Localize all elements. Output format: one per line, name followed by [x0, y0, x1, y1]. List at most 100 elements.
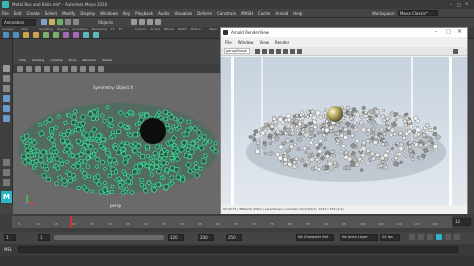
- anim-start-field[interactable]: 1: [4, 234, 16, 241]
- character-set-select[interactable]: No Character Set: [296, 234, 334, 241]
- go-end-icon[interactable]: [454, 234, 460, 240]
- lasso-tool-icon[interactable]: [3, 75, 10, 82]
- shelf-tool-icon[interactable]: [53, 32, 59, 38]
- anim-end2-field[interactable]: 250: [226, 234, 242, 241]
- workspace-select[interactable]: Maya Classic*: [398, 10, 438, 16]
- snap-plane-icon[interactable]: [155, 19, 161, 25]
- play-back-icon[interactable]: [427, 234, 433, 240]
- exposure-icon[interactable]: [297, 49, 302, 54]
- viewport-3d[interactable]: Symmetry: Object X persp: [13, 73, 221, 214]
- snap-grid-icon[interactable]: [131, 19, 137, 25]
- rotate-tool-icon[interactable]: [3, 105, 10, 112]
- layout-single-icon[interactable]: [3, 159, 10, 166]
- maximize-icon[interactable]: □: [457, 2, 463, 7]
- viewport-menu-shading[interactable]: Shading: [32, 58, 44, 62]
- fps-select[interactable]: 24 fps: [380, 234, 400, 241]
- render-play-icon[interactable]: [255, 49, 260, 54]
- render-menu-file[interactable]: File: [225, 40, 232, 45]
- go-start-icon[interactable]: [409, 234, 415, 240]
- menu-item-deform[interactable]: Deform: [197, 11, 212, 16]
- shadows-icon[interactable]: [80, 66, 86, 72]
- shelf-tool-icon[interactable]: [73, 32, 79, 38]
- settings-icon[interactable]: [453, 49, 458, 54]
- redo-icon[interactable]: [73, 19, 79, 25]
- maximize-icon[interactable]: □: [446, 29, 451, 35]
- viewport-menu-lighting[interactable]: Lighting: [50, 58, 62, 62]
- menu-item-select[interactable]: Select: [45, 11, 57, 16]
- channel-icon[interactable]: [290, 49, 295, 54]
- snap-point-icon[interactable]: [147, 19, 153, 25]
- wireframe-icon[interactable]: [44, 66, 50, 72]
- menu-item-constrain[interactable]: Constrain: [217, 11, 236, 16]
- minimize-icon[interactable]: –: [435, 29, 438, 35]
- render-menu-view[interactable]: View: [259, 40, 269, 45]
- snapshot-icon[interactable]: [283, 49, 288, 54]
- menu-item-edit[interactable]: Edit: [14, 11, 22, 16]
- render-menu-render[interactable]: Render: [275, 40, 289, 45]
- time-slider[interactable]: 5 10 15 20 25 30 35 40 45 50 55 60 65 70 75 80 85 90 95 100…: [0, 214, 474, 232]
- shelf-tool-icon[interactable]: [33, 32, 39, 38]
- menu-item-file[interactable]: File: [2, 11, 9, 16]
- menu-item-create[interactable]: Create: [26, 11, 39, 16]
- render-menu-window[interactable]: Window: [238, 40, 254, 45]
- menu-item-modify[interactable]: Modify: [62, 11, 75, 16]
- play-forward-icon[interactable]: [436, 234, 442, 240]
- new-scene-icon[interactable]: [41, 19, 47, 25]
- lights-icon[interactable]: [71, 66, 77, 72]
- layout-four-icon[interactable]: [3, 169, 10, 176]
- minimize-icon[interactable]: –: [450, 2, 456, 7]
- xray-icon[interactable]: [98, 66, 104, 72]
- menu-item-help[interactable]: Help: [293, 11, 302, 16]
- viewport-menu-panels[interactable]: Panels: [102, 58, 112, 62]
- step-forward-icon[interactable]: [445, 234, 451, 240]
- menu-item-cache[interactable]: Cache: [258, 11, 270, 16]
- range-bar[interactable]: [54, 235, 164, 240]
- menu-item-audio[interactable]: Audio: [158, 11, 169, 16]
- camera-attr-icon[interactable]: [26, 66, 32, 72]
- paint-select-icon[interactable]: [3, 85, 10, 92]
- command-input[interactable]: [18, 246, 458, 253]
- menu-item-playback[interactable]: Playback: [135, 11, 153, 16]
- shelf-tool-icon[interactable]: [23, 32, 29, 38]
- menu-item-visualize[interactable]: Visualize: [174, 11, 192, 16]
- menu-item-windows[interactable]: Windows: [100, 11, 118, 16]
- menu-item-display[interactable]: Display: [80, 11, 95, 16]
- current-time-marker[interactable]: [70, 216, 72, 228]
- render-stop-icon[interactable]: [262, 49, 267, 54]
- select-tool-icon[interactable]: [3, 65, 10, 72]
- snap-curve-icon[interactable]: [139, 19, 145, 25]
- isolate-icon[interactable]: [89, 66, 95, 72]
- anim-end-field[interactable]: 200: [198, 234, 214, 241]
- smooth-shade-icon[interactable]: [53, 66, 59, 72]
- shelf-tool-icon[interactable]: [3, 32, 9, 38]
- viewport-menu-show[interactable]: Show: [68, 58, 76, 62]
- textured-icon[interactable]: [62, 66, 68, 72]
- menu-item-mash[interactable]: MASH: [241, 11, 253, 16]
- camera-select[interactable]: perspShape: [224, 48, 250, 54]
- menu-item-key[interactable]: Key: [123, 11, 130, 16]
- viewport-menu-renderer[interactable]: Renderer: [83, 58, 97, 62]
- camera-icon[interactable]: [17, 66, 23, 72]
- step-back-icon[interactable]: [418, 234, 424, 240]
- layout-side-icon[interactable]: [3, 179, 10, 186]
- save-scene-icon[interactable]: [57, 19, 63, 25]
- viewport-menu-view[interactable]: View: [19, 58, 26, 62]
- menu-set-select[interactable]: Animation: [2, 19, 36, 26]
- shelf-tool-icon[interactable]: [83, 32, 89, 38]
- scale-tool-icon[interactable]: [3, 115, 10, 122]
- open-scene-icon[interactable]: [49, 19, 55, 25]
- grid-icon[interactable]: [35, 66, 41, 72]
- refresh-icon[interactable]: [269, 49, 274, 54]
- move-tool-icon[interactable]: [3, 95, 10, 102]
- close-icon[interactable]: ×: [465, 1, 472, 7]
- close-icon[interactable]: ×: [457, 28, 462, 35]
- shelf-tool-icon[interactable]: [63, 32, 69, 38]
- undo-icon[interactable]: [65, 19, 71, 25]
- shelf-tool-icon[interactable]: [43, 32, 49, 38]
- playback-end-field[interactable]: 120: [168, 234, 184, 241]
- anim-layer-select[interactable]: No Anim Layer: [340, 234, 378, 241]
- crop-icon[interactable]: [276, 49, 281, 54]
- shelf-tool-icon[interactable]: [13, 32, 19, 38]
- menu-item-arnold[interactable]: Arnold: [275, 11, 288, 16]
- shelf-tool-icon[interactable]: [93, 32, 99, 38]
